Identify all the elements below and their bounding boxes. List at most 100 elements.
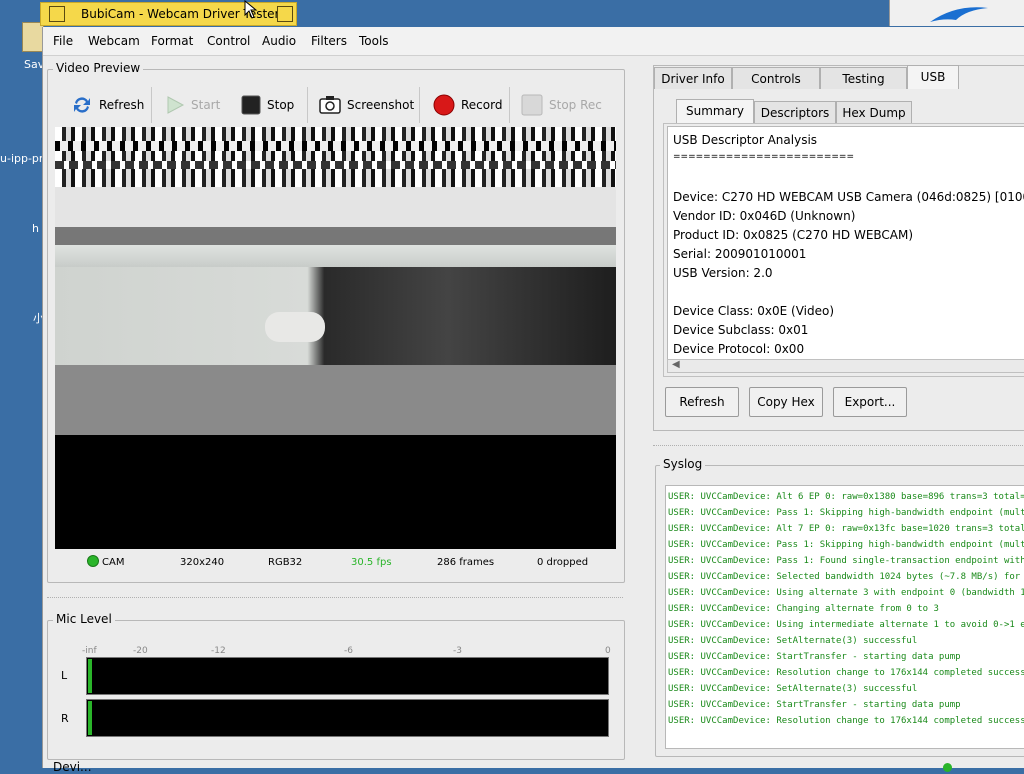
usb-summary-text[interactable]: USB Descriptor Analysis ================…: [667, 126, 1024, 360]
stop-rec-icon: [521, 94, 543, 116]
mic-level-title: Mic Level: [53, 612, 115, 626]
usb-line: Device Protocol: 0x00: [673, 342, 805, 356]
usb-line: Product ID: 0x0825 (C270 HD WEBCAM): [673, 228, 914, 242]
syslog-line: USER: UVCCamDevice: Changing alternate f…: [668, 604, 939, 614]
screenshot-label: Screenshot: [347, 98, 415, 112]
mic-level-bar: [88, 659, 92, 693]
window-menu-button[interactable]: [49, 6, 65, 22]
usb-line: USB Descriptor Analysis: [673, 133, 818, 147]
scroll-left-icon[interactable]: ◀: [672, 359, 680, 370]
stop-rec-button[interactable]: Stop Rec: [521, 91, 602, 119]
toolbar-separator: [307, 87, 308, 123]
bottom-group-title: Devi...: [53, 760, 92, 774]
fps-label: 30.5 fps: [351, 557, 392, 568]
menu-filters[interactable]: Filters: [311, 34, 347, 48]
background-window: [889, 0, 1024, 26]
splitter-handle[interactable]: [47, 597, 623, 599]
toolbar-separator: [419, 87, 420, 123]
video-noise-band: [55, 245, 616, 267]
stop-icon: [241, 95, 261, 115]
syslog-line: USER: UVCCamDevice: Pass 1: Skipping hig…: [668, 540, 1024, 550]
usb-line: Device Subclass: 0x01: [673, 323, 809, 337]
syslog-line: USER: UVCCamDevice: Resolution change to…: [668, 716, 1024, 726]
tab-usb[interactable]: USB: [907, 65, 959, 89]
stop-button[interactable]: Stop: [241, 91, 294, 119]
start-label: Start: [191, 98, 221, 112]
usb-refresh-button[interactable]: Refresh: [665, 387, 739, 417]
video-frame: [55, 127, 616, 549]
stop-rec-label: Stop Rec: [549, 98, 602, 112]
video-preview-title: Video Preview: [53, 61, 144, 75]
mic-meter-left: [86, 657, 609, 695]
format-label: RGB32: [268, 557, 303, 568]
refresh-button[interactable]: Refresh: [71, 91, 144, 119]
record-button[interactable]: Record: [433, 91, 502, 119]
video-black-band: [55, 435, 616, 549]
toolbar-separator: [509, 87, 510, 123]
dropped-label: 0 dropped: [537, 557, 589, 568]
subtab-hex-dump[interactable]: Hex Dump: [836, 101, 912, 123]
usb-line: Vendor ID: 0x046D (Unknown): [673, 209, 856, 223]
main-window: File Webcam Format Control Audio Filters…: [42, 27, 1024, 774]
syslog-line: USER: UVCCamDevice: SetAlternate(3) succ…: [668, 684, 918, 694]
syslog-text[interactable]: USER: UVCCamDevice: Alt 6 EP 0: raw=0x13…: [665, 485, 1024, 749]
desktop: [0, 0, 42, 768]
tab-controls[interactable]: Controls: [732, 67, 820, 89]
menu-webcam[interactable]: Webcam: [88, 34, 140, 48]
syslog-line: USER: UVCCamDevice: Resolution change to…: [668, 668, 1024, 678]
splitter-handle[interactable]: [653, 445, 1024, 447]
mic-tick: -20: [133, 646, 148, 656]
syslog-line: USER: UVCCamDevice: Alt 7 EP 0: raw=0x13…: [668, 524, 1024, 534]
mic-tick: -3: [453, 646, 462, 656]
syslog-line: USER: UVCCamDevice: Alt 6 EP 0: raw=0x13…: [668, 492, 1024, 502]
video-noise-band: [55, 227, 616, 245]
cam-status-label: CAM: [102, 557, 125, 568]
desktop-icon-label[interactable]: u-ipp-pr: [0, 152, 43, 165]
syslog-line: USER: UVCCamDevice: Pass 1: Found single…: [668, 556, 1024, 566]
screenshot-button[interactable]: Screenshot: [319, 91, 414, 119]
menu-control[interactable]: Control: [207, 34, 250, 48]
menu-audio[interactable]: Audio: [262, 34, 296, 48]
menu-tools[interactable]: Tools: [359, 34, 389, 48]
menu-file[interactable]: File: [53, 34, 73, 48]
usb-line: Device: C270 HD WEBCAM USB Camera (046d:…: [673, 190, 1024, 204]
stop-label: Stop: [267, 98, 295, 112]
tab-driver-info[interactable]: Driver Info: [654, 67, 732, 89]
maximize-button[interactable]: [277, 6, 293, 22]
usb-line: Device Class: 0x0E (Video): [673, 304, 835, 318]
video-noise-band: [55, 127, 616, 187]
mic-tick: -6: [344, 646, 353, 656]
record-icon: [433, 94, 455, 116]
desktop-icon-label[interactable]: h: [32, 222, 39, 235]
record-label: Record: [461, 98, 503, 112]
subtab-summary[interactable]: Summary: [676, 99, 754, 123]
syslog-line: USER: UVCCamDevice: StartTransfer - star…: [668, 700, 961, 710]
copy-hex-button[interactable]: Copy Hex: [749, 387, 823, 417]
usb-horizontal-scrollbar[interactable]: ◀: [667, 359, 1024, 373]
export-button[interactable]: Export...: [833, 387, 907, 417]
video-gray-band: [55, 365, 616, 435]
refresh-icon: [74, 97, 90, 113]
mic-tick: 0: [605, 646, 611, 656]
menu-format[interactable]: Format: [151, 34, 193, 48]
start-button[interactable]: Start: [165, 91, 220, 119]
syslog-line: USER: UVCCamDevice: Selected bandwidth 1…: [668, 572, 1024, 582]
video-noise-band: [55, 141, 616, 151]
refresh-label: Refresh: [99, 98, 145, 112]
folder-icon[interactable]: [22, 22, 44, 52]
syslog-title: Syslog: [660, 457, 706, 471]
mic-channel-right-label: R: [61, 712, 69, 725]
usb-line: ========================: [673, 152, 854, 162]
mic-tick: -12: [211, 646, 226, 656]
mic-level-bar: [88, 701, 92, 735]
video-noise-band: [55, 161, 616, 169]
tab-testing[interactable]: Testing: [820, 67, 907, 89]
usb-line: USB Version: 2.0: [673, 266, 773, 280]
play-icon: [167, 96, 185, 114]
menubar: File Webcam Format Control Audio Filters…: [43, 27, 1024, 56]
syslog-line: USER: UVCCamDevice: Using alternate 3 wi…: [668, 588, 1024, 598]
syslog-line: USER: UVCCamDevice: Using intermediate a…: [668, 620, 1024, 630]
subtab-descriptors[interactable]: Descriptors: [754, 101, 836, 123]
video-scene-object: [265, 312, 325, 342]
mic-channel-left-label: L: [61, 669, 68, 682]
